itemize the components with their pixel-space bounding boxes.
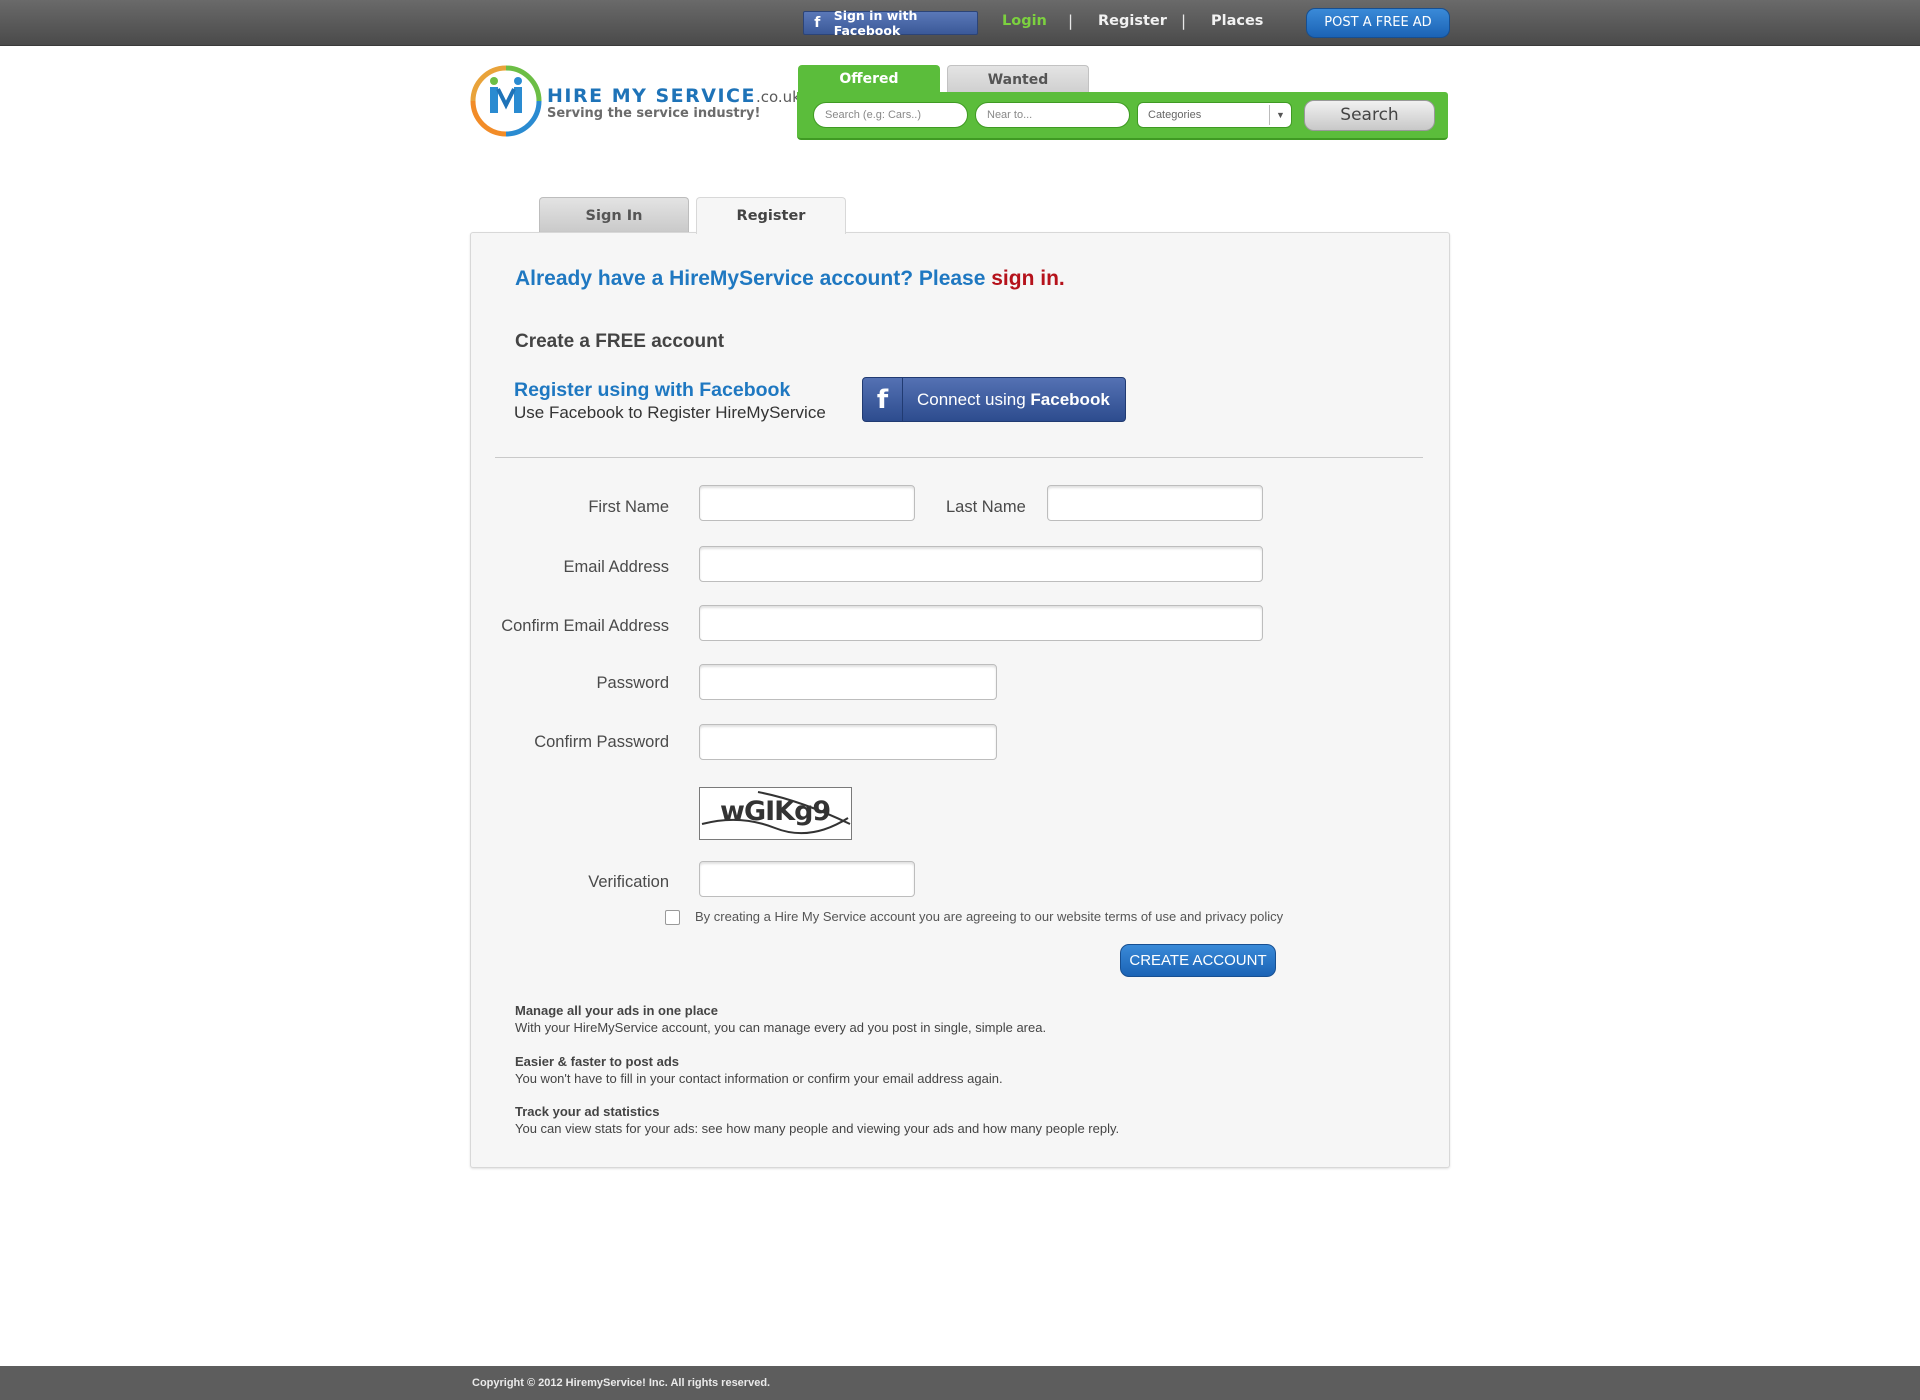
confirm-email-field[interactable] — [699, 605, 1263, 641]
search-location-input[interactable]: Near to... — [975, 102, 1130, 128]
confirm-email-label: Confirm Email Address — [501, 617, 669, 635]
site-logo[interactable]: HIRE MY SERVICE.co.uk Serving the servic… — [470, 65, 801, 140]
confirm-password-field[interactable] — [699, 724, 997, 760]
last-name-field[interactable] — [1047, 485, 1263, 521]
verification-field[interactable] — [699, 861, 915, 897]
benefit-description: With your HireMyService account, you can… — [515, 1020, 1047, 1035]
password-field[interactable] — [699, 664, 997, 700]
nav-register-link[interactable]: Register — [1098, 13, 1167, 29]
category-select[interactable]: Categories ▼ — [1137, 102, 1292, 128]
facebook-connect-label: Connect using Facebook — [917, 389, 1110, 409]
nav-separator: | — [1068, 12, 1074, 30]
benefit-item: Easier & faster to post ads You won't ha… — [515, 1053, 1003, 1087]
post-free-ad-button[interactable]: POST A FREE AD — [1306, 8, 1450, 38]
create-account-button[interactable]: CREATE ACCOUNT — [1120, 944, 1276, 977]
email-label: Email Address — [563, 558, 669, 576]
facebook-icon: f — [814, 15, 821, 31]
email-field[interactable] — [699, 546, 1263, 582]
tab-offered[interactable]: Offered — [798, 65, 940, 93]
captcha-image: wGIKg9 — [699, 787, 852, 840]
already-have-account-text: Already have a HireMyService account? Pl… — [515, 267, 1065, 290]
logo-mark-icon — [470, 65, 542, 137]
logo-tagline: Serving the service industry! — [547, 106, 761, 121]
top-bar: f Sign in with Facebook Login | Register… — [0, 0, 1920, 46]
tab-register[interactable]: Register — [696, 197, 846, 234]
benefit-title: Track your ad statistics — [515, 1104, 660, 1119]
captcha-distortion: wGIKg9 — [701, 791, 851, 835]
svg-text:wGIKg9: wGIKg9 — [720, 796, 830, 827]
last-name-label: Last Name — [946, 498, 1026, 516]
benefit-item: Track your ad statistics You can view st… — [515, 1103, 1119, 1137]
benefit-item: Manage all your ads in one place With yo… — [515, 1002, 1046, 1036]
benefit-description: You won't have to fill in your contact i… — [515, 1071, 1003, 1086]
agree-terms-text: By creating a Hire My Service account yo… — [695, 909, 1284, 924]
tab-wanted[interactable]: Wanted — [947, 65, 1089, 93]
password-label: Password — [596, 674, 669, 692]
register-panel: Already have a HireMyService account? Pl… — [470, 232, 1450, 1168]
benefit-description: You can view stats for your ads: see how… — [515, 1121, 1120, 1136]
facebook-register-title: Register using with Facebook — [514, 379, 791, 401]
facebook-icon: f — [863, 378, 903, 421]
facebook-signin-label: Sign in with Facebook — [833, 8, 918, 38]
first-name-label: First Name — [588, 498, 669, 516]
category-select-value: Categories — [1148, 109, 1202, 121]
first-name-field[interactable] — [699, 485, 915, 521]
benefit-title: Manage all your ads in one place — [515, 1003, 719, 1018]
search-keyword-input[interactable]: Search (e.g: Cars..) — [813, 102, 968, 128]
verification-label: Verification — [588, 873, 669, 891]
benefit-title: Easier & faster to post ads — [515, 1054, 679, 1069]
sign-in-link[interactable]: sign in. — [991, 267, 1065, 290]
facebook-signin-button[interactable]: f Sign in with Facebook — [803, 8, 978, 38]
confirm-password-label: Confirm Password — [534, 733, 669, 751]
nav-login-link[interactable]: Login — [1002, 13, 1047, 29]
search-button[interactable]: Search — [1304, 100, 1435, 131]
facebook-register-subtitle: Use Facebook to Register HireMyService — [514, 403, 826, 422]
logo-name: HIRE MY SERVICE.co.uk — [547, 85, 801, 107]
copyright-text: Copyright © 2012 HiremyService! Inc. All… — [472, 1377, 771, 1389]
nav-separator: | — [1181, 12, 1187, 30]
tab-sign-in[interactable]: Sign In — [539, 197, 689, 233]
agree-terms-checkbox[interactable] — [665, 910, 680, 925]
footer: Copyright © 2012 HiremyService! Inc. All… — [0, 1366, 1920, 1400]
create-account-title: Create a FREE account — [515, 331, 725, 352]
facebook-connect-button[interactable]: f Connect using Facebook — [862, 377, 1126, 422]
nav-places-link[interactable]: Places — [1211, 13, 1263, 29]
divider — [495, 457, 1423, 458]
chevron-down-icon: ▼ — [1269, 105, 1291, 125]
search-box: Search (e.g: Cars..) Near to... Categori… — [797, 92, 1448, 140]
